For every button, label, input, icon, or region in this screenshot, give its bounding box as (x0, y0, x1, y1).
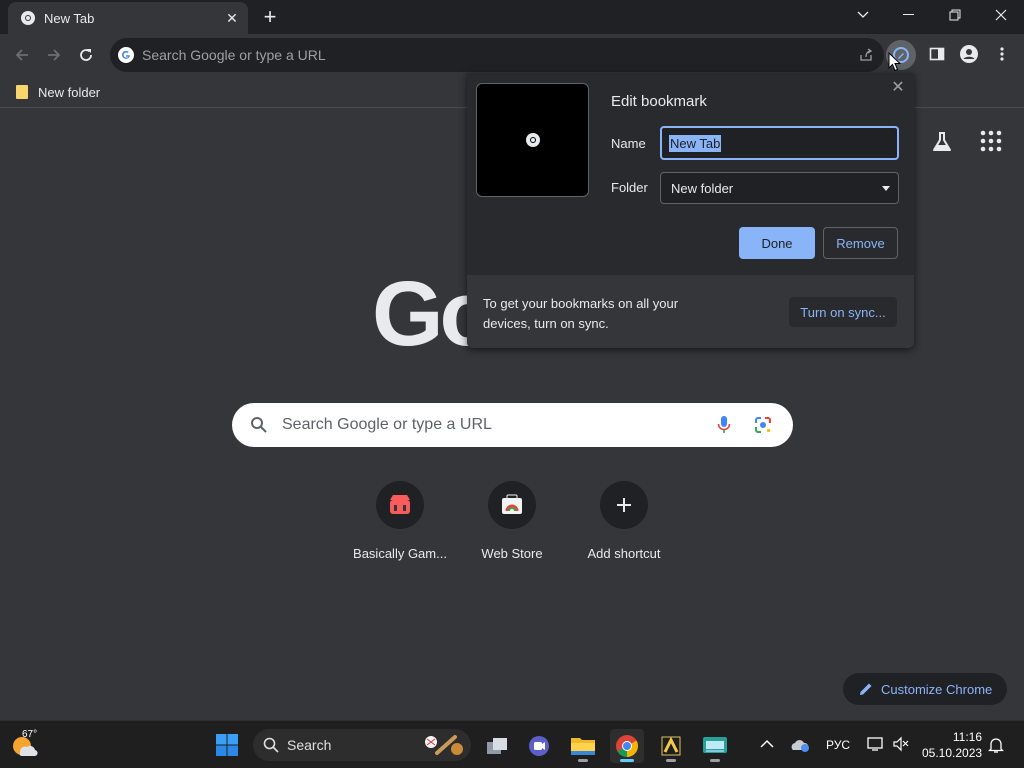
tab-new-tab[interactable]: New Tab ✕ (8, 2, 248, 34)
notifications-bell-icon[interactable] (988, 736, 1004, 754)
clock-time[interactable]: 11:16 (940, 730, 982, 744)
input-language[interactable]: РУС (826, 738, 850, 752)
windows-start-icon[interactable] (216, 734, 238, 756)
teams-chat-icon[interactable] (522, 729, 556, 763)
onedrive-icon[interactable] (790, 737, 810, 753)
taskbar: 67° Search РУС 11:16 05.10.2023 (0, 720, 1024, 768)
omnibox-placeholder: Search Google or type a URL (142, 47, 326, 63)
chrome-icon (21, 11, 35, 25)
shortcut-label: Add shortcut (587, 546, 661, 561)
bookmark-name-field[interactable]: New Tab (660, 126, 899, 160)
shortcut-label: Basically Gam... (353, 546, 447, 561)
shortcut-label: Web Store (481, 546, 543, 561)
sync-promo-text: To get your bookmarks on all your device… (483, 296, 679, 331)
taskbar-search-label: Search (287, 737, 332, 753)
mouse-cursor-icon (888, 52, 902, 72)
turn-on-sync-button[interactable]: Turn on sync... (789, 297, 897, 327)
toolbar: Search Google or type a URL (0, 34, 1024, 76)
lens-icon[interactable] (753, 415, 773, 435)
network-icon[interactable] (866, 736, 884, 752)
running-indicator (578, 759, 588, 762)
omnibox[interactable]: Search Google or type a URL (110, 38, 884, 72)
plus-icon (600, 481, 648, 529)
folder-label: Folder (611, 180, 648, 195)
labs-flask-icon[interactable] (930, 130, 954, 154)
share-icon[interactable] (858, 47, 874, 63)
side-panel-icon[interactable] (927, 44, 947, 64)
chevron-down-icon (882, 185, 890, 191)
close-icon[interactable]: ✕ (890, 80, 906, 96)
done-button[interactable]: Done (739, 227, 815, 259)
chrome-taskbar-icon[interactable] (610, 729, 644, 763)
dialog-title: Edit bookmark (611, 93, 707, 110)
voice-search-icon[interactable] (717, 415, 731, 435)
forward-button[interactable] (41, 42, 67, 68)
google-g-icon (118, 47, 134, 63)
volume-muted-icon[interactable] (892, 736, 910, 752)
search-icon (251, 417, 267, 433)
task-view-icon[interactable] (480, 729, 514, 763)
shortcut-tile[interactable]: Add shortcut (568, 481, 680, 561)
chrome-icon (525, 133, 540, 147)
tab-close-icon[interactable]: ✕ (224, 10, 240, 26)
bookmark-folder-new-folder[interactable]: New folder (10, 81, 106, 103)
remove-button[interactable]: Remove (823, 227, 898, 259)
file-explorer-icon[interactable] (566, 729, 600, 763)
bookmark-name-value: New Tab (669, 134, 722, 152)
folder-select[interactable]: New folder (660, 172, 899, 204)
sync-promo: To get your bookmarks on all your device… (467, 275, 914, 348)
active-indicator (620, 759, 634, 762)
google-apps-icon[interactable] (980, 130, 1002, 152)
keyboard-app-icon[interactable] (698, 729, 732, 763)
menu-icon[interactable] (992, 44, 1012, 64)
folder-icon (16, 85, 28, 99)
ntp-search-box[interactable]: Search Google or type a URL (232, 403, 793, 447)
app-taskbar-icon[interactable] (654, 729, 688, 763)
restore-button[interactable] (932, 0, 978, 30)
chevron-up-icon[interactable] (760, 739, 774, 749)
back-button[interactable] (9, 42, 35, 68)
new-tab-button[interactable]: + (258, 6, 282, 30)
bookmark-folder-label: New folder (38, 84, 101, 100)
game-controller-icon (376, 481, 424, 529)
tab-title: New Tab (44, 10, 95, 26)
pencil-icon (860, 683, 872, 695)
folder-select-value: New folder (671, 180, 734, 196)
weather-temperature: 67° (22, 729, 38, 740)
running-indicator (666, 759, 676, 762)
taskbar-search-box[interactable]: Search (253, 729, 471, 761)
tab-search-icon[interactable] (840, 0, 886, 30)
name-label: Name (611, 136, 646, 151)
running-indicator (710, 759, 720, 762)
web-store-icon (488, 481, 536, 529)
close-window-button[interactable] (978, 0, 1024, 30)
search-highlight-icon (425, 735, 463, 755)
customize-chrome-label: Customize Chrome (881, 681, 993, 697)
bookmark-thumbnail (476, 83, 589, 197)
shortcut-tile[interactable]: Web Store (456, 481, 568, 561)
shortcut-tile[interactable]: Basically Gam... (344, 481, 456, 561)
edit-bookmark-dialog: Edit bookmark ✕ Name New Tab Folder New … (467, 73, 914, 348)
search-icon (263, 737, 279, 753)
reload-button[interactable] (73, 42, 99, 68)
minimize-button[interactable] (886, 0, 932, 30)
clock-date[interactable]: 05.10.2023 (922, 746, 982, 760)
customize-chrome-button[interactable]: Customize Chrome (843, 673, 1007, 705)
ntp-search-placeholder: Search Google or type a URL (282, 416, 492, 433)
profile-icon[interactable] (959, 44, 979, 64)
tab-strip: New Tab ✕ + (0, 0, 1024, 34)
